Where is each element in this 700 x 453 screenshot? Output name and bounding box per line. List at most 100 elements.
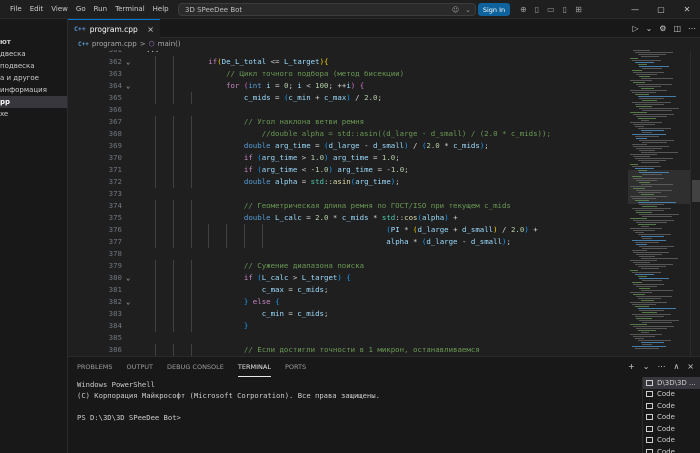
toggle-sidebar-icon[interactable]: ▯ — [535, 0, 539, 19]
chevron-down-icon[interactable]: ⌄ — [643, 357, 650, 377]
menu-terminal[interactable]: Terminal — [111, 0, 149, 19]
tab-ports[interactable]: PORTS — [285, 357, 306, 377]
close-icon[interactable]: × — [147, 25, 154, 34]
indent-guide — [154, 272, 156, 284]
minimap-line — [642, 344, 652, 345]
terminal-instance[interactable]: Code — [643, 412, 700, 424]
terminal-line: Windows PowerShell — [77, 380, 155, 389]
menu-go[interactable]: Go — [72, 0, 90, 19]
code-line: 376 (PI * (d_large + d_small) / 2.0) + — [68, 224, 628, 236]
minimize-button[interactable]: — — [622, 0, 648, 19]
minimap-line — [633, 72, 664, 73]
minimap-line — [633, 220, 674, 221]
tab-output[interactable]: OUTPUT — [126, 357, 153, 377]
sign-in-button[interactable]: Sign In — [478, 3, 510, 16]
minimap[interactable] — [628, 50, 690, 356]
maximize-button[interactable]: ▢ — [648, 0, 674, 19]
more-actions-icon[interactable]: ⋯ — [688, 19, 696, 38]
toggle-secondary-sidebar-icon[interactable]: ▯ — [563, 0, 567, 19]
split-editor-icon[interactable]: ◫ — [673, 19, 681, 38]
minimap-line — [630, 260, 657, 261]
terminal-instance[interactable]: Code — [643, 400, 700, 412]
minimap-line — [640, 184, 673, 185]
minimap-line — [637, 308, 676, 309]
sidebar-item[interactable]: двеска — [0, 48, 67, 60]
menu-file[interactable]: File — [6, 0, 26, 19]
minimap-line — [631, 70, 642, 71]
code-text: //double alpha = std::asin((d_large - d_… — [261, 129, 551, 138]
code-editor[interactable]: 361...362⌄if(De_L_total <= L_target){363… — [68, 50, 628, 356]
sidebar-item[interactable]: а и другое — [0, 72, 67, 84]
line-number: 367 — [108, 117, 122, 126]
minimap-line — [640, 120, 649, 121]
terminal-instance-label: Code — [657, 436, 675, 445]
minimap-line — [639, 214, 679, 215]
indent-guide — [172, 344, 174, 356]
terminal-instance[interactable]: Code — [643, 446, 700, 453]
close-window-button[interactable]: ✕ — [674, 0, 700, 19]
menu-bar: File Edit View Go Run Terminal Help — [0, 0, 173, 19]
minimap-line — [636, 244, 647, 245]
code-text: c_min = c_mids; — [261, 309, 329, 318]
line-number: 371 — [108, 165, 122, 174]
customize-layout-icon[interactable]: ⊕ — [520, 0, 527, 19]
panel-actions: + ⌄ ⋯ ∧ × — [628, 357, 694, 377]
tab-program-cpp[interactable]: C++ program.cpp × — [68, 19, 160, 38]
fold-chevron-icon[interactable]: ⌄ — [126, 80, 130, 92]
menu-run[interactable]: Run — [90, 0, 111, 19]
terminal-instance[interactable]: D\3D\3D ... — [643, 377, 700, 389]
run-icon[interactable]: ▷ — [632, 19, 638, 38]
settings-gear-icon[interactable]: ⚙ — [659, 19, 666, 38]
code-text: if (arg_time < -1.0) arg_time = -1.0; — [243, 165, 409, 174]
maximize-panel-icon[interactable]: ∧ — [673, 357, 679, 377]
terminal-output[interactable]: Windows PowerShell (C) Корпорация Майкрос… — [77, 379, 637, 423]
sidebar-item[interactable]: рр — [0, 96, 67, 108]
fold-chevron-icon[interactable]: ⌄ — [126, 296, 130, 308]
menu-view[interactable]: View — [47, 0, 72, 19]
scrollbar-thumb[interactable] — [692, 180, 700, 202]
toggle-panel-icon[interactable]: ▭ — [547, 0, 555, 19]
indent-guide — [154, 140, 156, 152]
indent-guide — [190, 260, 192, 272]
line-number: 378 — [108, 249, 122, 258]
command-center-search[interactable]: 3D SPeeDee Bot ☺ ⌄ — [178, 3, 476, 16]
layout-grid-icon[interactable]: ⊞ — [575, 0, 582, 19]
minimap-line — [636, 222, 667, 223]
terminal-instance[interactable]: Code — [643, 435, 700, 447]
minimap-line — [640, 152, 678, 153]
code-line: 386 // Если достигли точности в 1 микрон,… — [68, 344, 628, 356]
sidebar-item[interactable]: информация — [0, 84, 67, 96]
indent-guide — [226, 224, 228, 236]
sidebar-item[interactable]: ют — [0, 36, 67, 48]
editor-scrollbar[interactable] — [690, 50, 700, 356]
chevron-down-icon[interactable]: ⌄ — [646, 19, 653, 38]
tab-debug-console[interactable]: DEBUG CONSOLE — [167, 357, 224, 377]
minimap-line — [640, 290, 673, 291]
new-terminal-icon[interactable]: + — [628, 357, 635, 377]
copilot-icon[interactable]: ☺ — [452, 6, 459, 14]
sidebar-item[interactable]: подвеска — [0, 60, 67, 72]
minimap-line — [640, 226, 649, 227]
indent-guide — [172, 236, 174, 248]
minimap-line — [634, 126, 644, 127]
close-panel-icon[interactable]: × — [687, 357, 694, 377]
terminal-instance[interactable]: Code — [643, 423, 700, 435]
sidebar-item[interactable]: xe — [0, 108, 67, 120]
breadcrumb-file[interactable]: program.cpp — [92, 40, 137, 48]
fold-chevron-icon[interactable]: ⌄ — [126, 272, 130, 284]
fold-chevron-icon[interactable]: ⌄ — [126, 56, 130, 68]
indent-guide — [172, 284, 174, 296]
terminal-instance[interactable]: Code — [643, 389, 700, 401]
minimap-line — [636, 190, 672, 191]
breadcrumb-symbol[interactable]: main() — [158, 40, 181, 48]
indent-guide — [226, 236, 228, 248]
more-actions-icon[interactable]: ⋯ — [657, 357, 665, 377]
menu-edit[interactable]: Edit — [26, 0, 48, 19]
indent-guide — [190, 236, 192, 248]
indent-guide — [190, 116, 192, 128]
tab-problems[interactable]: PROBLEMS — [77, 357, 112, 377]
menu-help[interactable]: Help — [149, 0, 173, 19]
indent-guide — [154, 200, 156, 212]
tab-terminal[interactable]: TERMINAL — [237, 357, 271, 377]
chevron-down-icon[interactable]: ⌄ — [465, 6, 471, 14]
